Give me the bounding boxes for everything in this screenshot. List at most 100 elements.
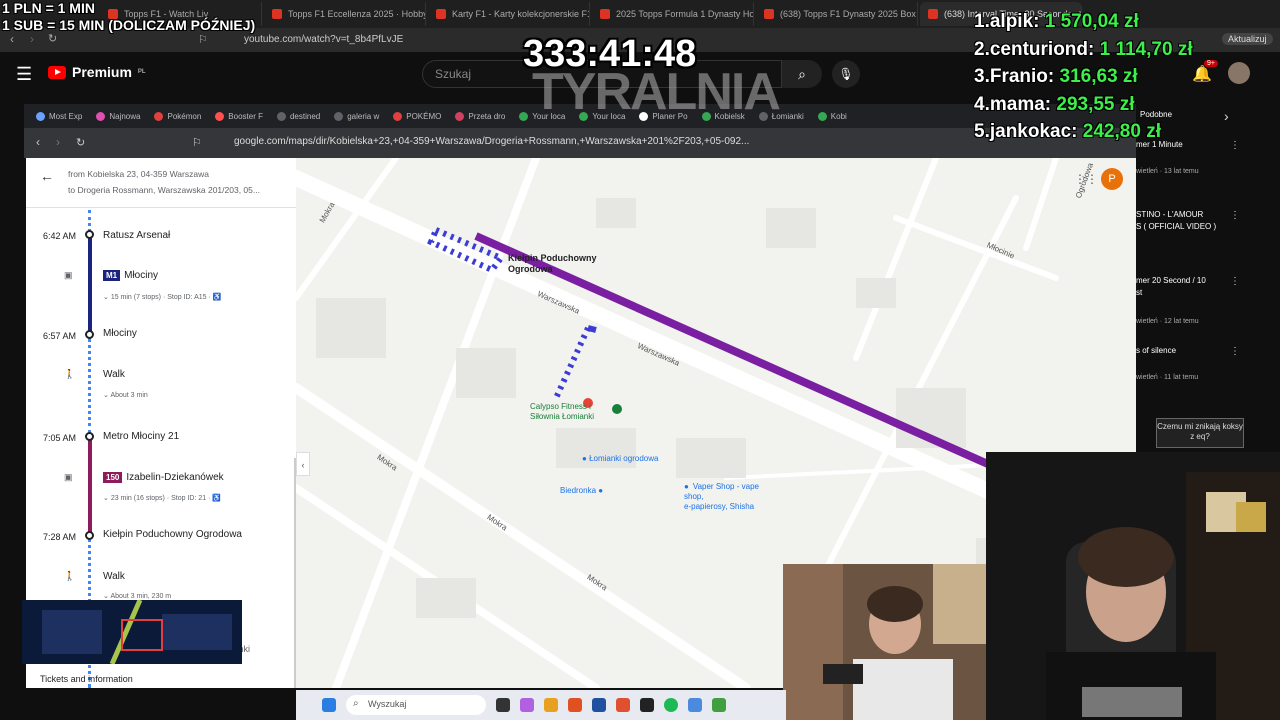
stop-name[interactable]: Młociny <box>103 328 137 339</box>
bookmark-item[interactable]: Najnowa <box>96 111 140 121</box>
transit-info[interactable]: ⌄ 15 min (7 stops) · Stop ID: A15 · ♿ <box>103 293 221 301</box>
sidebar-video-meta: wietleń · 12 lat temu <box>1136 318 1199 325</box>
walk-info[interactable]: ⌄ About 3 min <box>103 391 148 399</box>
outer-tab[interactable]: (638) Topps F1 Dynasty 2025 Box Op <box>756 2 918 26</box>
youtube-icon <box>272 9 282 19</box>
avatar[interactable] <box>1228 62 1250 84</box>
webcam-feed <box>986 452 1280 720</box>
bookmark-item[interactable]: Kobi <box>817 111 847 121</box>
notepad-icon[interactable] <box>688 698 702 712</box>
shop-pin-icon: ● <box>684 482 689 491</box>
stop-name[interactable]: Metro Młociny 21 <box>103 431 179 442</box>
youtube-logo[interactable]: Premium PL <box>48 64 146 80</box>
sidebar-video-meta: wietleń · 11 lat temu <box>1136 374 1199 381</box>
brave-icon[interactable] <box>616 698 630 712</box>
bookmark-item[interactable]: galeria w <box>334 111 379 121</box>
bookmark-item[interactable]: Przeta dro <box>455 111 505 121</box>
bookmark-item[interactable]: POKÉMO <box>393 111 441 121</box>
chevron-right-icon[interactable]: › <box>1224 108 1229 124</box>
forward-icon[interactable]: › <box>56 135 60 149</box>
line-badge: M1 <box>103 270 121 281</box>
bookmark-item[interactable]: destined <box>276 111 320 121</box>
bookmark-item[interactable]: Most Exp <box>36 111 82 121</box>
apps-grid-icon[interactable]: ⋮⋮ <box>1074 172 1098 186</box>
bookmark-favicon-icon <box>154 111 164 121</box>
gym-pin-icon[interactable] <box>612 404 622 414</box>
mic-icon[interactable]: 🎙 <box>832 60 860 88</box>
youtube-icon <box>764 9 774 19</box>
spotify-icon[interactable] <box>664 698 678 712</box>
line-badge: 150 <box>103 472 123 483</box>
back-arrow-icon[interactable]: ← <box>40 168 54 184</box>
bookmark-icon[interactable]: ⚐ <box>192 136 202 149</box>
step-time: 6:57 AM <box>42 331 76 341</box>
walk-icon: 🚶 <box>64 571 76 581</box>
sidebar-video-title[interactable]: mer 20 Second / 10 <box>1136 276 1206 285</box>
copilot-icon[interactable] <box>520 698 534 712</box>
transit-line[interactable]: M1 Młociny <box>103 270 158 281</box>
transit-line[interactable]: 150 Izabelin-Dziekanówek <box>103 472 224 483</box>
collapse-panel-button[interactable]: ‹ <box>296 452 310 476</box>
sidebar-video-title[interactable]: STINO - L'AMOUR <box>1136 210 1203 219</box>
avatar[interactable]: P <box>1101 168 1123 190</box>
more-icon[interactable]: ⋮ <box>1230 210 1240 221</box>
inner-url-field[interactable]: google.com/maps/dir/Kobielska+23,+04-359… <box>234 136 749 147</box>
sidebar-video-meta: wietleń · 13 lat temu <box>1136 168 1199 175</box>
walk-info[interactable]: ⌄ About 3 min, 230 m <box>103 592 171 600</box>
outer-tab[interactable]: 2025 Topps Formula 1 Dynasty Hobb <box>592 2 754 26</box>
leaderboard-row: 4.mama: 293,55 zł <box>974 93 1135 115</box>
menu-icon[interactable]: ☰ <box>16 64 32 85</box>
update-button[interactable]: Aktualizuj <box>1222 33 1273 45</box>
sidebar-video-title[interactable]: st <box>1136 288 1142 297</box>
task-view-icon[interactable] <box>496 698 510 712</box>
more-icon[interactable]: ⋮ <box>1230 346 1240 357</box>
stop-name[interactable]: Kiełpin Poduchowny Ogrodowa <box>103 529 242 540</box>
transit-stop-label[interactable]: Kiełpin Poduchowny Ogrodowa <box>508 253 597 275</box>
stop-marker <box>85 432 94 441</box>
reload-icon[interactable]: ↻ <box>76 136 85 149</box>
file-explorer-icon[interactable] <box>544 698 558 712</box>
sidebar-video-title[interactable]: s of silence <box>1136 346 1176 355</box>
bookmark-item[interactable]: Pokémon <box>154 111 201 121</box>
bookmark-item[interactable]: Booster F <box>215 111 263 121</box>
poi-lomianki[interactable]: ● Łomianki ogrodowa <box>582 454 658 463</box>
bookmark-icon[interactable]: ⚐ <box>198 33 208 46</box>
inner-address-bar: ‹ › ↻ ⚐ google.com/maps/dir/Kobielska+23… <box>24 128 1136 158</box>
sidebar-video-title[interactable]: S ( OFFICIAL VIDEO ) <box>1136 222 1216 231</box>
tickets-link[interactable]: Tickets and information <box>40 674 133 684</box>
app-icon[interactable] <box>592 698 606 712</box>
outer-tab[interactable]: Karty F1 - Karty kolekcjonerskie F1 - <box>428 2 590 26</box>
bookmark-favicon-icon <box>215 111 225 121</box>
poi-calypso[interactable]: Calypso Fitness i Siłownia Łomianki <box>530 402 594 422</box>
app-icon[interactable] <box>712 698 726 712</box>
bell-icon[interactable]: 🔔 <box>1192 64 1212 84</box>
transit-info[interactable]: ⌄ 23 min (16 stops) · Stop ID: 21 · ♿ <box>103 494 221 502</box>
bookmark-favicon-icon <box>817 111 827 121</box>
walk-step[interactable]: Walk <box>103 571 125 582</box>
step-time: 7:28 AM <box>42 532 76 542</box>
search-icon[interactable]: ⌕ <box>782 60 822 88</box>
leaderboard-row: 2.centuriond: 1 114,70 zł <box>974 38 1193 60</box>
more-icon[interactable]: ⋮ <box>1230 140 1240 151</box>
outer-tab[interactable]: Topps F1 Eccellenza 2025 · Hobby Bo <box>264 2 426 26</box>
windows-start-icon[interactable] <box>322 698 336 712</box>
stop-name[interactable]: Ratusz Arsenał <box>103 230 170 241</box>
back-icon[interactable]: ‹ <box>36 135 40 149</box>
obs-icon[interactable] <box>640 698 654 712</box>
poi-biedronka[interactable]: Biedronka ● <box>560 486 603 495</box>
line-destination: Izabelin-Dziekanówek <box>126 472 224 483</box>
bus-icon: ▣ <box>64 472 73 482</box>
bookmark-favicon-icon <box>393 111 403 121</box>
bookmark-favicon-icon <box>36 111 45 121</box>
notification-badge: 9+ <box>1204 60 1218 67</box>
poi-vape[interactable]: ● Vaper Shop - vape shop, e-papierosy, Shi… <box>684 482 772 512</box>
taskbar-search-input[interactable]: ⌕ Wyszukaj <box>346 695 486 715</box>
youtube-sidebar: Podobne mer 1 Minute wietleń · 13 lat te… <box>1136 100 1280 420</box>
back-icon[interactable]: ‹ <box>10 32 14 46</box>
transit-pin-icon: ● <box>582 454 590 463</box>
brave-icon[interactable] <box>568 698 582 712</box>
walk-line <box>88 338 91 434</box>
walk-step[interactable]: Walk <box>103 369 125 380</box>
forward-icon[interactable]: › <box>30 32 34 46</box>
more-icon[interactable]: ⋮ <box>1230 276 1240 287</box>
